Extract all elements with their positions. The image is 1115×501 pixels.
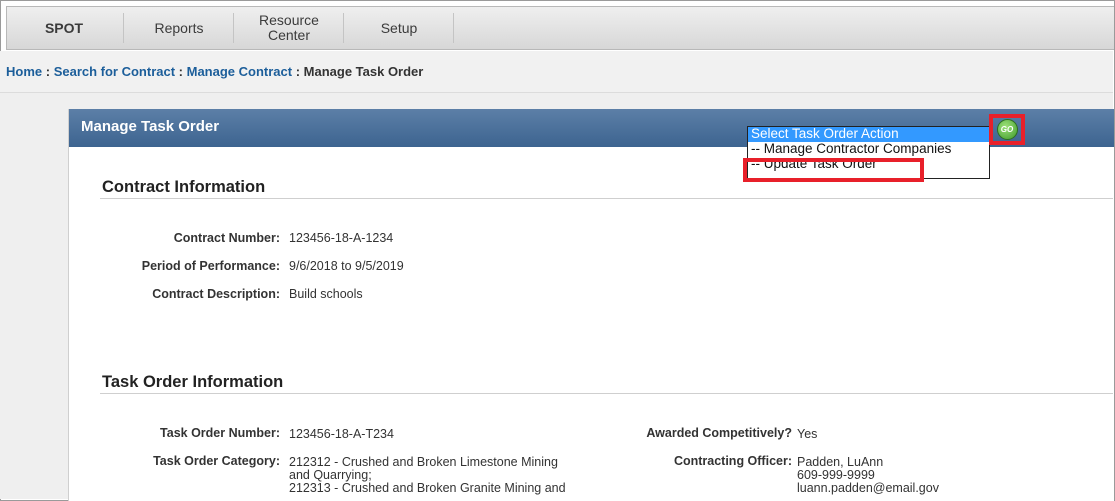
action-option-select[interactable]: Select Task Order Action xyxy=(748,127,989,142)
period-of-performance-label: Period of Performance: xyxy=(141,259,280,273)
go-button[interactable]: GO xyxy=(989,114,1025,145)
nav-divider xyxy=(343,13,344,43)
breadcrumb-home[interactable]: Home xyxy=(6,64,42,79)
nav-resource-center-label: Resource Center xyxy=(259,12,319,43)
breadcrumb-manage-contract[interactable]: Manage Contract xyxy=(187,64,292,79)
contracting-officer-email[interactable]: luann.padden@email.gov xyxy=(797,482,939,495)
contract-description-value: Build schools xyxy=(289,287,363,301)
breadcrumb-separator: : xyxy=(292,64,304,79)
contracting-officer-label: Contracting Officer: xyxy=(673,454,792,468)
top-nav-bar: SPOT Reports Resource Center Setup xyxy=(6,6,1114,50)
task-order-action-select[interactable]: Select Task Order Action -- Manage Contr… xyxy=(747,126,990,179)
contracting-officer-value: Padden, LuAnn 609-999-9999 luann.padden@… xyxy=(797,456,939,495)
section-divider xyxy=(100,198,1113,199)
contract-number-value: 123456-18-A-1234 xyxy=(289,231,394,245)
breadcrumb-separator: : xyxy=(175,64,187,79)
nav-divider xyxy=(233,13,234,43)
breadcrumb-separator: : xyxy=(42,64,54,79)
task-order-information-heading: Task Order Information xyxy=(102,373,284,391)
nav-resource-center[interactable]: Resource Center xyxy=(239,7,339,49)
task-order-category-line: 212313 - Crushed and Broken Granite Mini… xyxy=(289,481,566,495)
breadcrumb-search-for-contract[interactable]: Search for Contract xyxy=(54,64,175,79)
section-divider xyxy=(100,393,1113,394)
awarded-competitively-value: Yes xyxy=(797,427,818,441)
nav-divider xyxy=(453,13,454,43)
contract-information-heading: Contract Information xyxy=(102,178,266,196)
go-icon: GO xyxy=(996,119,1018,140)
task-order-number-label: Task Order Number: xyxy=(160,426,280,440)
task-order-number-value: 123456-18-A-T234 xyxy=(289,427,394,441)
action-option-manage-contractor-companies[interactable]: -- Manage Contractor Companies xyxy=(748,142,989,157)
nav-setup[interactable]: Setup xyxy=(349,7,449,49)
task-order-category-value: 212312 - Crushed and Broken Limestone Mi… xyxy=(289,456,566,495)
contract-number-label: Contract Number: xyxy=(173,231,280,245)
contract-description-label: Contract Description: xyxy=(152,287,280,301)
task-order-category-label: Task Order Category: xyxy=(153,454,280,468)
nav-divider xyxy=(123,13,124,43)
action-option-update-task-order[interactable]: -- Update Task Order xyxy=(748,157,989,172)
breadcrumb: Home : Search for Contract : Manage Cont… xyxy=(0,51,1113,93)
awarded-competitively-label: Awarded Competitively? xyxy=(646,426,792,440)
period-of-performance-value: 9/6/2018 to 9/5/2019 xyxy=(289,259,404,273)
breadcrumb-current: Manage Task Order xyxy=(303,64,424,79)
nav-spot[interactable]: SPOT xyxy=(9,7,119,49)
nav-reports[interactable]: Reports xyxy=(129,7,229,49)
